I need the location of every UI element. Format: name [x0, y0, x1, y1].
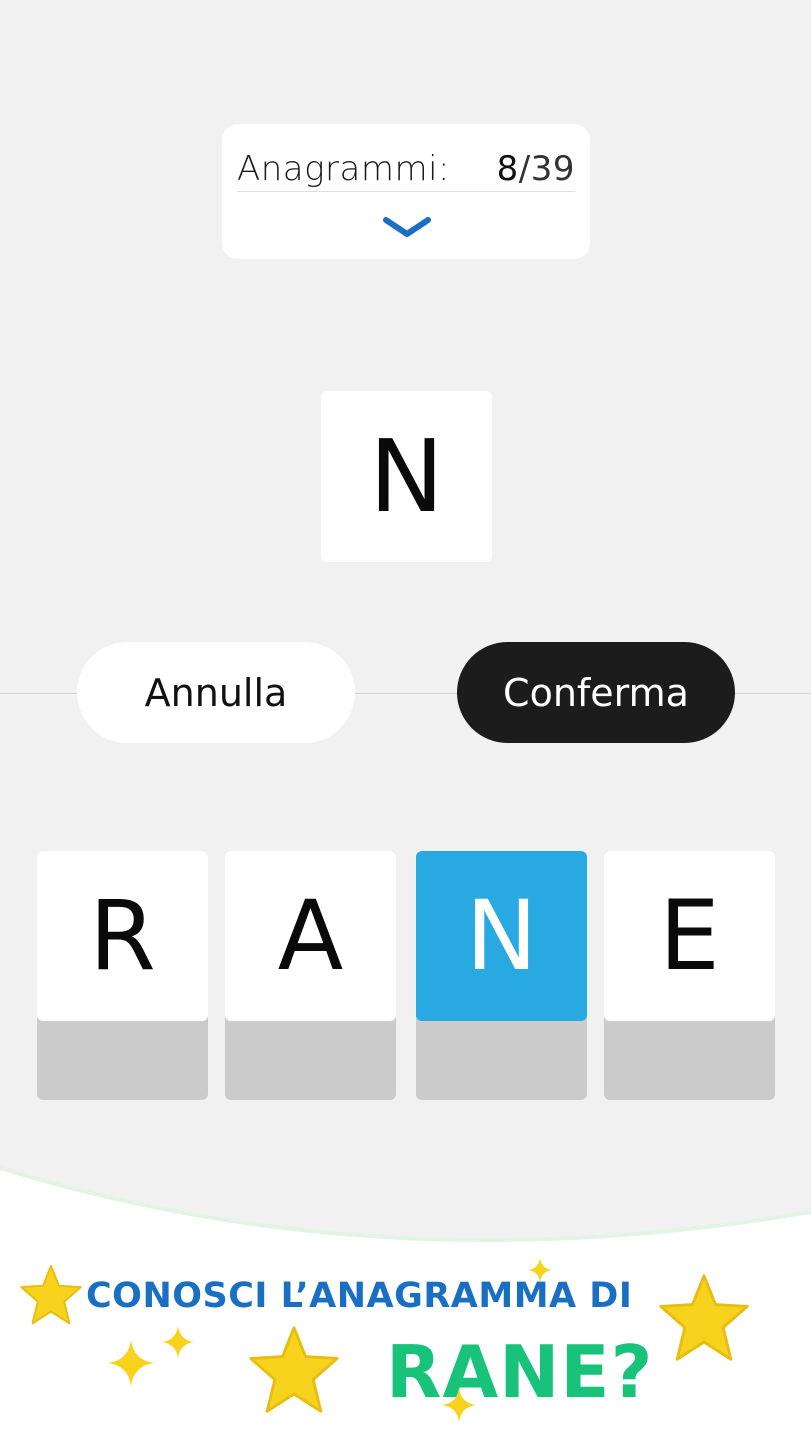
- anagram-counter-card[interactable]: Anagrammi: 8/39: [222, 124, 590, 259]
- sparkle-icon: [528, 1258, 552, 1282]
- sparkle-icon: [162, 1326, 194, 1358]
- letter-key-face: E: [604, 851, 775, 1021]
- letter-key-face: R: [37, 851, 208, 1021]
- star-icon: [20, 1264, 82, 1325]
- anagram-counter-progress: 8/39: [497, 149, 575, 189]
- sparkle-icon: [442, 1388, 476, 1422]
- anagram-counter-label: Anagrammi:: [237, 148, 451, 189]
- promo-word: RANE?: [386, 1330, 654, 1414]
- letter-key-face: N: [416, 851, 587, 1021]
- letter-key-1[interactable]: R: [37, 851, 208, 1100]
- letter-key-face: A: [225, 851, 396, 1021]
- promo-headline: CONOSCI L’ANAGRAMMA DI: [86, 1276, 633, 1316]
- current-word-tile: N: [321, 391, 492, 562]
- letter-key-4[interactable]: E: [604, 851, 775, 1100]
- letter-key-2[interactable]: A: [225, 851, 396, 1100]
- star-icon: [249, 1326, 339, 1413]
- anagram-count-separator: /: [518, 148, 531, 189]
- anagram-counter-row: Anagrammi: 8/39: [237, 146, 575, 192]
- chevron-down-icon[interactable]: [382, 212, 432, 242]
- star-icon: [659, 1274, 749, 1361]
- anagram-found-count: 8: [496, 148, 519, 189]
- anagram-total-count: 39: [530, 148, 575, 189]
- letter-key-3-selected[interactable]: N: [416, 851, 587, 1100]
- sparkle-icon: [108, 1340, 154, 1386]
- cancel-button[interactable]: Annulla: [77, 642, 355, 743]
- confirm-button[interactable]: Conferma: [457, 642, 735, 743]
